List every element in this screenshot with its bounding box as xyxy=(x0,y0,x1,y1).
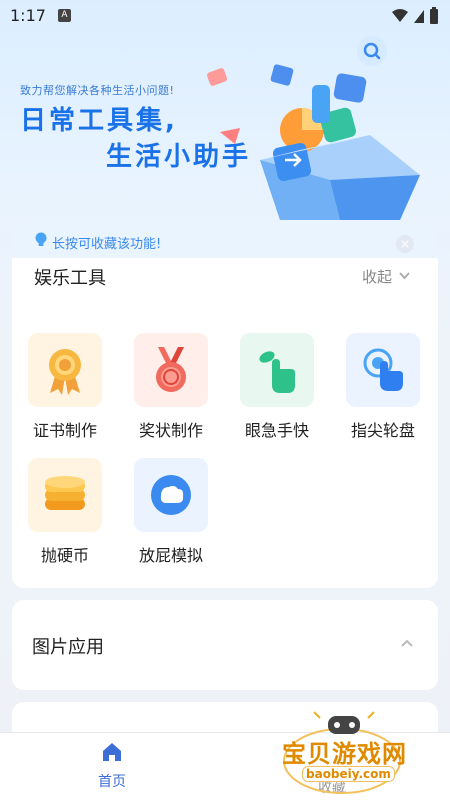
tool-label: 奖状制作 xyxy=(138,421,203,440)
tip-close-button[interactable]: × xyxy=(396,235,414,253)
collapse-button[interactable]: 收起 xyxy=(362,266,410,287)
nav-home[interactable]: 首页 xyxy=(82,741,142,791)
hero-subtitle: 致力帮您解决各种生活小问题! xyxy=(20,84,175,97)
award-medal-icon xyxy=(134,333,208,407)
nav-home-label: 首页 xyxy=(98,774,126,790)
tool-finger-wheel[interactable]: 指尖轮盘 xyxy=(342,333,424,441)
status-bar: 1:17 A xyxy=(0,0,450,32)
wifi-battery-icon xyxy=(392,7,438,24)
tip-banner: 长按可收藏该功能! × xyxy=(12,220,438,258)
watermark-text: 宝贝游戏网 xyxy=(282,740,407,768)
status-time: 1:17 xyxy=(10,6,46,25)
tool-label: 眼急手快 xyxy=(244,421,309,440)
bubble-icon xyxy=(134,458,208,532)
tool-quick-tap[interactable]: 眼急手快 xyxy=(236,333,318,441)
finger-touch-icon xyxy=(346,333,420,407)
tool-label: 放屁模拟 xyxy=(138,546,203,565)
tool-award[interactable]: 奖状制作 xyxy=(130,333,212,441)
status-icons xyxy=(390,7,440,29)
collapse-label: 收起 xyxy=(362,268,393,286)
watermark-logo: 宝贝游戏网 baobeiy.com xyxy=(272,706,422,796)
quick-tap-icon xyxy=(240,333,314,407)
hero-title: 日常工具集, xyxy=(20,106,178,136)
lightbulb-icon xyxy=(34,232,48,252)
tool-fart-sim[interactable]: 放屁模拟 xyxy=(130,458,212,566)
section-title-entertainment: 娱乐工具 xyxy=(34,268,106,289)
chevron-up-icon[interactable] xyxy=(400,638,414,648)
chevron-down-icon xyxy=(399,272,410,280)
entertainment-tools-card: 长按可收藏该功能! × 娱乐工具 收起 证书制作 奖状制作 眼急手快 指尖轮盘 … xyxy=(12,220,438,588)
tool-coin-toss[interactable]: 抛硬币 xyxy=(24,458,106,566)
section-title-images: 图片应用 xyxy=(32,637,104,658)
home-icon xyxy=(103,743,121,761)
tool-certificate[interactable]: 证书制作 xyxy=(24,333,106,441)
tip-text: 长按可收藏该功能! xyxy=(52,237,162,252)
toolbox-illustration xyxy=(152,40,440,229)
tool-label: 证书制作 xyxy=(32,421,97,440)
watermark-url: baobeiy.com xyxy=(302,766,395,782)
certificate-medal-icon xyxy=(28,333,102,407)
notification-icon: A xyxy=(58,9,71,22)
image-apps-card[interactable]: 图片应用 xyxy=(12,600,438,690)
tool-label: 抛硬币 xyxy=(40,546,89,565)
coin-stack-icon xyxy=(28,458,102,532)
tool-label: 指尖轮盘 xyxy=(350,421,415,440)
